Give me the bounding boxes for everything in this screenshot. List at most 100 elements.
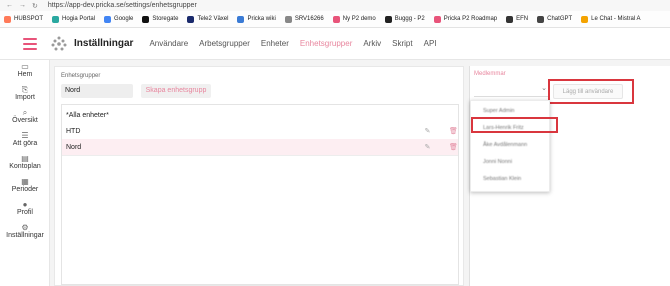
reload-icon[interactable]: ↻ — [32, 2, 38, 10]
list-item-label: HTD — [66, 128, 81, 135]
bookmark-icon — [384, 15, 392, 23]
dropdown-option[interactable]: Lars-Henrik Fritz — [471, 120, 551, 136]
sidebar-icon: ▦ — [21, 177, 29, 186]
sidebar-icon: ⌕ — [22, 108, 28, 117]
list-item[interactable]: *Alla enheter* — [62, 107, 458, 124]
unit-list: *Alla enheter* HTD ✎ 🗑 Nord ✎ 🗑 — [61, 104, 459, 285]
tab-användare[interactable]: Användare — [149, 39, 188, 48]
bookmark-item[interactable]: Buggg - P2 — [384, 15, 425, 23]
settings-tabs: Användare Arbetsgrupper Enheter Enhetsgrupp… — [149, 39, 436, 48]
unit-groups-panel: Enhetsgrupper Nord Skapa enhetsgrupp *Al… — [54, 66, 464, 286]
member-select[interactable]: ⌄ — [474, 80, 549, 97]
create-unit-group-button[interactable]: Skapa enhetsgrupp — [141, 84, 211, 98]
url-text[interactable]: https://app-dev.pricka.se/settings/enhet… — [48, 2, 197, 9]
sidebar-icon: ▤ — [21, 154, 29, 163]
edit-icon[interactable]: ✎ — [422, 142, 433, 153]
list-item[interactable]: HTD ✎ 🗑 — [62, 123, 458, 140]
bookmark-icon — [4, 15, 11, 23]
bookmark-label: Hogia Portal — [62, 16, 96, 22]
browser-nav: ← → ↻ — [0, 2, 38, 10]
bookmark-label: Storegate — [152, 16, 179, 22]
sidebar: ▭ Hem ⎘ Import ⌕ Översikt ☰ Att göra ▤ Kontoplan ▦… — [0, 60, 50, 286]
bookmark-icon — [581, 15, 589, 23]
bookmark-label: ChatGPT — [547, 16, 573, 22]
sidebar-item-profil[interactable]: ● Profil — [0, 200, 50, 217]
bookmark-item[interactable]: Tele2 Växel — [187, 15, 229, 23]
bookmarks-bar: HUBSPOT Hogia Portal Google Storegate Tele2 … — [0, 11, 670, 28]
unit-group-select[interactable]: Nord — [61, 84, 133, 98]
member-dropdown: Super Admin Lars-Henrik Fritz Åke Avdålenm… — [470, 100, 550, 192]
sidebar-item-perioder[interactable]: ▦ Perioder — [0, 177, 50, 194]
sidebar-item-översikt[interactable]: ⌕ Översikt — [0, 108, 50, 125]
sidebar-item-inställningar[interactable]: ⚙ Inställningar — [0, 223, 50, 240]
bookmark-label: EFN — [516, 16, 529, 22]
bookmark-item[interactable]: Google — [104, 15, 134, 23]
delete-icon[interactable]: 🗑 — [448, 126, 459, 137]
sidebar-item-label: Perioder — [11, 186, 39, 193]
bookmark-label: Google — [114, 16, 134, 22]
bookmark-item[interactable]: Pricka wiki — [237, 15, 276, 23]
list-item-label: *Alla enheter* — [66, 112, 109, 119]
sidebar-item-label: Översikt — [12, 117, 38, 124]
sidebar-icon: ● — [22, 200, 28, 209]
tab-arkiv[interactable]: Arkiv — [363, 39, 381, 48]
bookmark-item[interactable]: Le Chat - Mistral A — [581, 15, 641, 23]
app-header: Inställningar Användare Arbetsgrupper Enhe… — [0, 28, 670, 60]
bookmark-item[interactable]: Ny P2 demo — [332, 15, 376, 23]
tab-arbetsgrupper[interactable]: Arbetsgrupper — [199, 39, 250, 48]
sidebar-item-label: Inställningar — [6, 232, 44, 239]
bookmark-icon — [537, 15, 545, 23]
dropdown-option[interactable]: Jonni Nonni — [471, 154, 551, 170]
bookmark-item[interactable]: ChatGPT — [537, 15, 573, 23]
sidebar-icon: ⎘ — [21, 85, 29, 94]
tab-enheter[interactable]: Enheter — [261, 39, 289, 48]
unit-group-label: Enhetsgrupper — [61, 73, 101, 79]
bookmark-icon — [142, 15, 150, 23]
members-panel: Medlemmar ⌄ Lägg till användare Super Ad… — [469, 66, 670, 286]
bookmark-icon — [332, 15, 340, 23]
edit-icon[interactable]: ✎ — [422, 126, 433, 137]
sidebar-item-att-göra[interactable]: ☰ Att göra — [0, 131, 50, 148]
bookmark-label: Buggg - P2 — [394, 16, 425, 22]
bookmark-label: Ny P2 demo — [342, 16, 376, 22]
bookmark-icon — [237, 15, 245, 23]
forward-icon[interactable]: → — [19, 2, 26, 10]
bookmark-icon — [104, 15, 112, 23]
bookmark-label: Pricka P2 Roadmap — [443, 16, 498, 22]
browser-address-bar: ← → ↻ https://app-dev.pricka.se/settings… — [0, 0, 670, 11]
bookmark-item[interactable]: HUBSPOT — [4, 15, 43, 23]
bookmark-icon — [187, 15, 195, 23]
pricka-logo-icon — [51, 36, 67, 50]
tab-skript[interactable]: Skript — [392, 39, 412, 48]
dropdown-option[interactable]: Sebastian Klein — [471, 171, 551, 187]
bookmark-icon — [52, 15, 60, 23]
list-item[interactable]: Nord ✎ 🗑 — [62, 139, 458, 156]
dropdown-option[interactable]: Super Admin — [471, 103, 551, 119]
add-user-button[interactable]: Lägg till användare — [553, 84, 623, 99]
back-icon[interactable]: ← — [6, 2, 13, 10]
bookmark-item[interactable]: EFN — [506, 15, 529, 23]
dropdown-option[interactable]: Åke Avdålenmann — [471, 137, 551, 153]
tab-api[interactable]: API — [424, 39, 437, 48]
bookmark-label: Pricka wiki — [247, 16, 276, 22]
bookmark-item[interactable]: Hogia Portal — [52, 15, 96, 23]
sidebar-item-kontoplan[interactable]: ▤ Kontoplan — [0, 154, 50, 171]
delete-icon[interactable]: 🗑 — [448, 142, 459, 153]
menu-icon[interactable] — [23, 37, 37, 50]
page-title: Inställningar — [74, 38, 134, 49]
sidebar-icon: ▭ — [21, 62, 29, 71]
bookmark-item[interactable]: Storegate — [142, 15, 179, 23]
main-content: Enhetsgrupper Nord Skapa enhetsgrupp *Al… — [50, 60, 670, 286]
sidebar-item-hem[interactable]: ▭ Hem — [0, 62, 50, 79]
tab-enhetsgrupper[interactable]: Enhetsgrupper — [300, 39, 352, 48]
sidebar-item-label: Att göra — [12, 140, 38, 147]
chevron-down-icon: ⌄ — [541, 85, 547, 92]
bookmark-icon — [433, 15, 441, 23]
bookmark-label: Le Chat - Mistral A — [591, 16, 641, 22]
bookmark-label: Tele2 Växel — [197, 16, 229, 22]
bookmark-item[interactable]: Pricka P2 Roadmap — [433, 15, 498, 23]
bookmark-item[interactable]: SRV16266 — [284, 15, 324, 23]
sidebar-item-import[interactable]: ⎘ Import — [0, 85, 50, 102]
bookmark-icon — [506, 15, 514, 23]
sidebar-item-label: Kontoplan — [9, 163, 41, 170]
